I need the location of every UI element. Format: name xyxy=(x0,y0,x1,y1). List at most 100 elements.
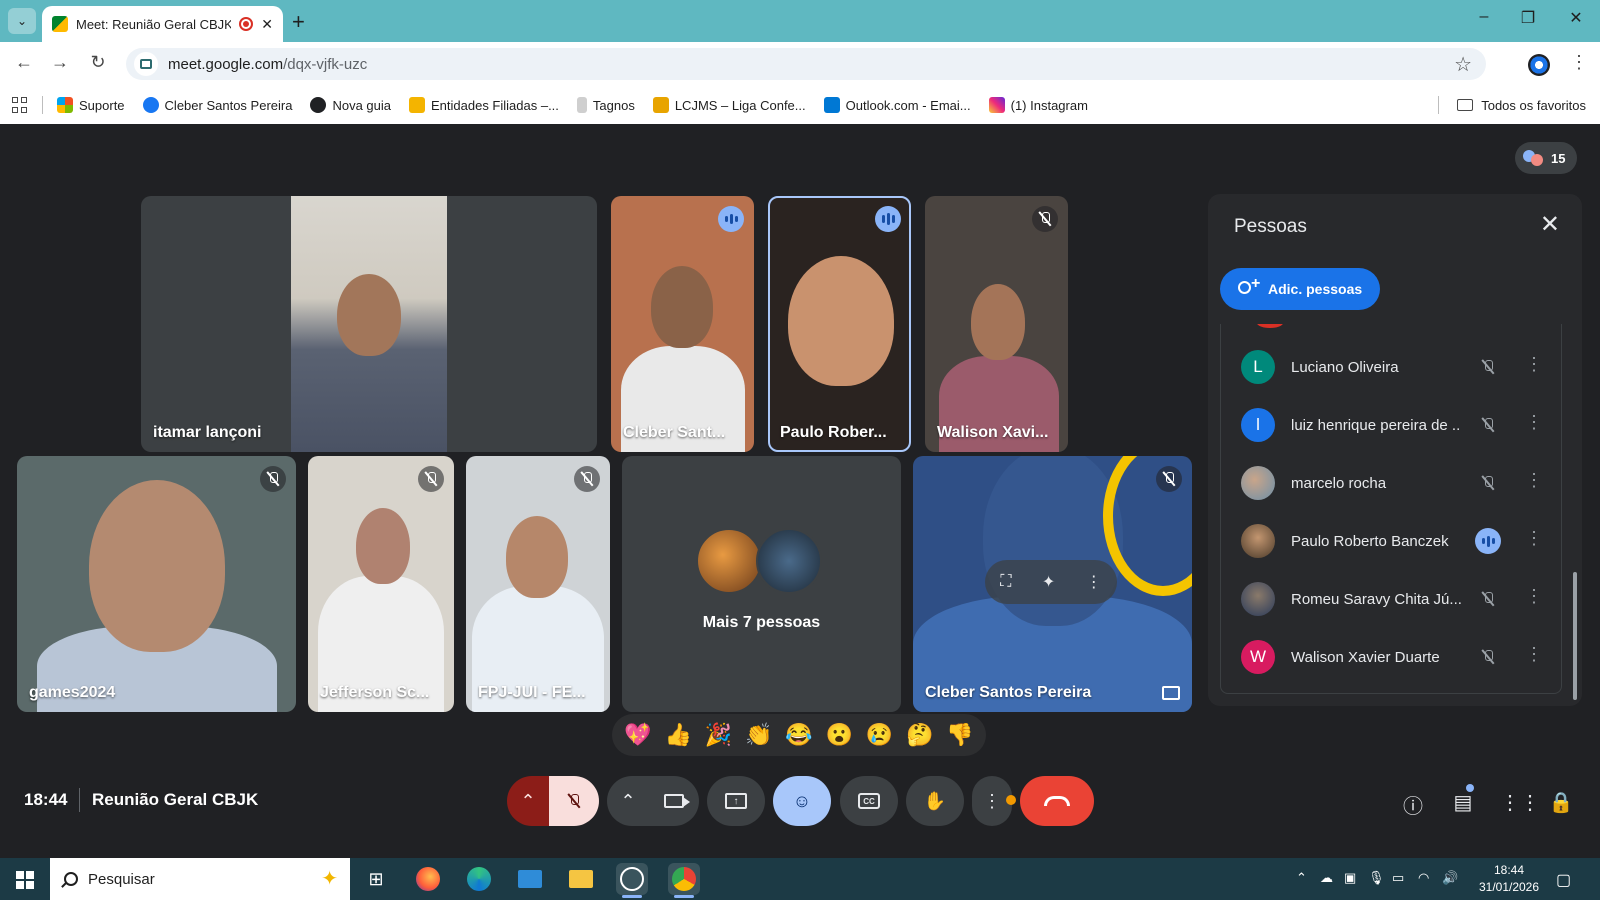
bookmark-item[interactable]: Tagnos xyxy=(576,97,635,113)
bookmark-item[interactable]: Cleber Santos Pereira xyxy=(142,97,292,113)
reaction-clap-button[interactable]: 👏 xyxy=(745,724,772,746)
participant-row[interactable]: W Walison Xavier Duarte ⋮ xyxy=(1221,628,1561,686)
audio-options-button[interactable]: ⌃ xyxy=(507,776,549,826)
participant-row[interactable]: l luiz henrique pereira de ... ⋮ xyxy=(1221,396,1561,454)
whatsapp-icon[interactable] xyxy=(616,863,648,898)
activities-icon[interactable]: ⋮⋮ xyxy=(1500,790,1540,816)
bookmark-item[interactable]: Outlook.com - Emai... xyxy=(823,97,971,113)
bookmark-label: LCJMS – Liga Confe... xyxy=(674,97,806,113)
back-button[interactable]: ← xyxy=(12,52,36,73)
raise-hand-button[interactable]: ✋ xyxy=(906,776,964,826)
bookmark-item[interactable]: (1) Instagram xyxy=(988,97,1088,113)
participant-count-button[interactable]: 15 xyxy=(1515,142,1578,174)
panel-close-icon[interactable]: ✕ xyxy=(1540,210,1560,239)
people-panel: Pessoas ✕ Adic. pessoas L Luciano Olivei… xyxy=(1208,194,1582,706)
show-hidden-icons[interactable]: ⌃ xyxy=(1296,870,1307,886)
more-people-tile[interactable]: Mais 7 pessoas xyxy=(622,456,901,712)
apps-grid-icon[interactable] xyxy=(12,97,28,113)
reaction-surprised-button[interactable]: 😮 xyxy=(826,724,853,746)
reaction-thinking-button[interactable]: 🤔 xyxy=(906,724,933,746)
participant-row[interactable]: Paulo Roberto Banczek ⋮ xyxy=(1221,512,1561,570)
participant-tile[interactable]: Walison Xavi... xyxy=(925,196,1068,452)
bookmark-item[interactable]: Entidades Filiadas –... xyxy=(409,97,559,113)
meet-tray-icon[interactable]: ▣ xyxy=(1344,870,1356,886)
onedrive-icon[interactable]: ☁ xyxy=(1320,870,1333,886)
profile-avatar-icon[interactable] xyxy=(1528,54,1550,76)
visual-effects-icon[interactable]: ✦ xyxy=(1042,572,1055,592)
leave-call-button[interactable] xyxy=(1020,776,1094,826)
more-options-icon[interactable]: ⋮ xyxy=(1525,470,1543,491)
mail-icon[interactable] xyxy=(514,863,546,895)
muted-mic-icon xyxy=(1477,646,1499,668)
camera-toggle-button[interactable] xyxy=(649,776,699,826)
more-options-icon[interactable]: ⋮ xyxy=(1525,586,1543,607)
participant-tile[interactable]: Jefferson Sc... xyxy=(308,456,454,712)
reaction-sad-button[interactable]: 😢 xyxy=(866,724,893,746)
browser-menu-icon[interactable]: ⋮ xyxy=(1570,52,1588,73)
participant-tile[interactable]: games2024 xyxy=(17,456,296,712)
tab-search-button[interactable]: ⌄ xyxy=(8,8,36,34)
reaction-party-button[interactable]: 🎉 xyxy=(705,724,732,746)
picture-in-picture-icon[interactable] xyxy=(1162,686,1180,700)
battery-icon[interactable]: ▭ xyxy=(1392,870,1404,886)
video-options-button[interactable]: ⌃ xyxy=(607,776,649,826)
participant-tile-active-speaker[interactable]: Paulo Rober... xyxy=(768,196,911,452)
more-options-icon[interactable]: ⋮ xyxy=(1525,354,1543,375)
file-explorer-icon[interactable] xyxy=(565,863,597,895)
framing-icon[interactable]: ⛶ xyxy=(1000,573,1011,591)
notifications-icon[interactable]: ▢ xyxy=(1556,870,1571,890)
more-options-icon[interactable]: ⋮ xyxy=(1525,412,1543,433)
microphone-tray-icon[interactable]: 🎙 xyxy=(1368,870,1385,886)
microphone-toggle-button[interactable] xyxy=(549,776,599,826)
participant-video xyxy=(651,266,713,348)
all-bookmarks-button[interactable]: Todos os favoritos xyxy=(1438,96,1586,114)
taskbar-clock[interactable]: 18:44 31/01/2026 xyxy=(1476,862,1542,896)
reload-button[interactable]: ↻ xyxy=(86,52,110,73)
reaction-thumbs-down-button[interactable]: 👎 xyxy=(946,724,973,746)
participant-row[interactable]: L Luciano Oliveira ⋮ xyxy=(1221,338,1561,396)
edge-icon[interactable] xyxy=(463,863,495,895)
new-tab-button[interactable]: + xyxy=(292,9,305,35)
reactions-button[interactable]: ☺ xyxy=(773,776,831,826)
meeting-details-icon[interactable]: ⓘ xyxy=(1400,790,1426,818)
windows-start-icon[interactable] xyxy=(16,871,34,889)
chat-icon[interactable]: ▤ xyxy=(1450,790,1476,816)
bookmark-item[interactable]: Suporte xyxy=(57,97,125,113)
panel-scrollbar[interactable] xyxy=(1573,572,1577,700)
participant-name: luiz henrique pereira de ... xyxy=(1291,416,1461,434)
forward-button[interactable]: → xyxy=(48,52,72,73)
captions-button[interactable]: CC xyxy=(840,776,898,826)
bookmark-star-icon[interactable]: ☆ xyxy=(1454,52,1472,77)
self-view-tile[interactable]: ⛶ ✦ ⋮ Cleber Santos Pereira xyxy=(913,456,1192,712)
reaction-heart-button[interactable]: 💖 xyxy=(624,724,651,746)
active-tab[interactable]: Meet: Reunião Geral CBJK ✕ xyxy=(42,6,283,42)
site-info-icon[interactable] xyxy=(134,52,158,76)
reaction-laugh-button[interactable]: 😂 xyxy=(785,724,812,746)
participant-tile[interactable]: Cleber Sant... xyxy=(611,196,754,452)
participant-row[interactable]: marcelo rocha ⋮ xyxy=(1221,454,1561,512)
tab-close-icon[interactable]: ✕ xyxy=(261,16,273,33)
more-options-icon[interactable]: ⋮ xyxy=(1525,644,1543,665)
volume-icon[interactable]: 🔊 xyxy=(1442,870,1458,886)
participant-tile[interactable]: FPJ-JUI - FE... xyxy=(466,456,610,712)
reaction-thumbs-up-button[interactable]: 👍 xyxy=(665,724,692,746)
wifi-icon[interactable]: ◠ xyxy=(1418,870,1429,886)
restore-button[interactable]: ❐ xyxy=(1508,8,1548,28)
window-close-button[interactable]: ✕ xyxy=(1556,8,1596,28)
host-controls-icon[interactable]: 🔒 xyxy=(1548,790,1574,816)
address-bar[interactable]: meet.google.com/dqx-vjfk-uzc ☆ xyxy=(126,48,1486,80)
people-icon xyxy=(1523,148,1543,168)
task-view-icon[interactable]: ⊞ xyxy=(360,863,392,895)
minimize-button[interactable]: – xyxy=(1464,8,1504,26)
firefox-icon[interactable] xyxy=(412,863,444,895)
add-people-button[interactable]: Adic. pessoas xyxy=(1220,268,1381,310)
more-options-icon[interactable]: ⋮ xyxy=(1086,572,1102,592)
taskbar-search-box[interactable]: Pesquisar ✦ xyxy=(50,858,350,900)
bookmark-item[interactable]: Nova guia xyxy=(310,97,391,113)
chrome-icon[interactable] xyxy=(668,863,700,898)
participant-tile[interactable]: itamar lançoni xyxy=(141,196,597,452)
bookmark-item[interactable]: LCJMS – Liga Confe... xyxy=(652,97,806,113)
participant-row[interactable]: Romeu Saravy Chita Jú... ⋮ xyxy=(1221,570,1561,628)
more-options-icon[interactable]: ⋮ xyxy=(1525,528,1543,549)
present-screen-button[interactable]: ↑ xyxy=(707,776,765,826)
